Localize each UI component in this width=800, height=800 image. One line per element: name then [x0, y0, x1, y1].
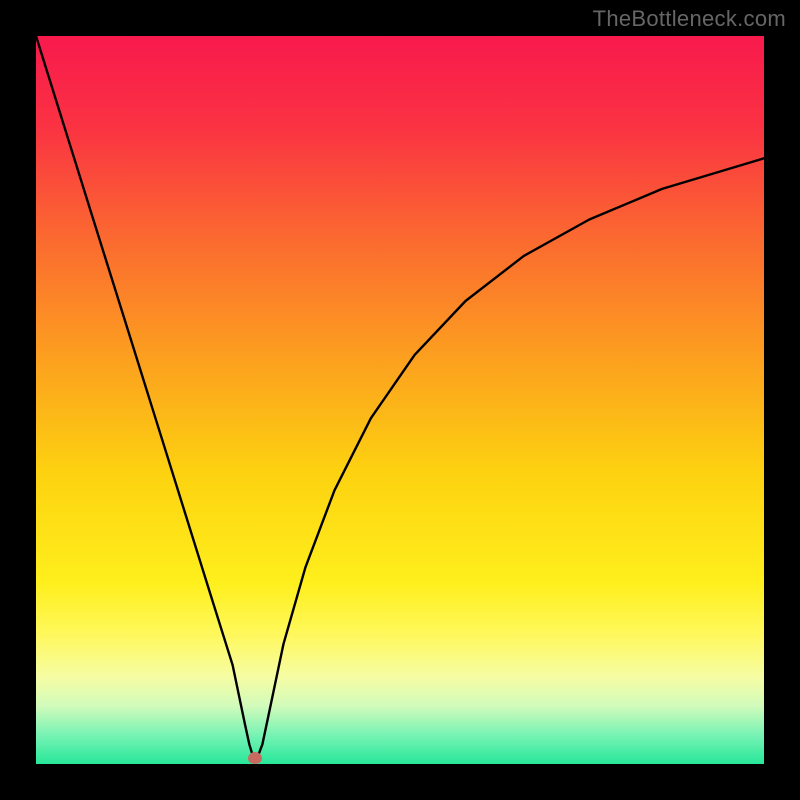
optimum-marker [248, 752, 262, 764]
chart-frame: TheBottleneck.com [0, 0, 800, 800]
watermark-label: TheBottleneck.com [593, 6, 786, 32]
plot-area [36, 36, 764, 764]
bottleneck-curve [36, 36, 764, 764]
